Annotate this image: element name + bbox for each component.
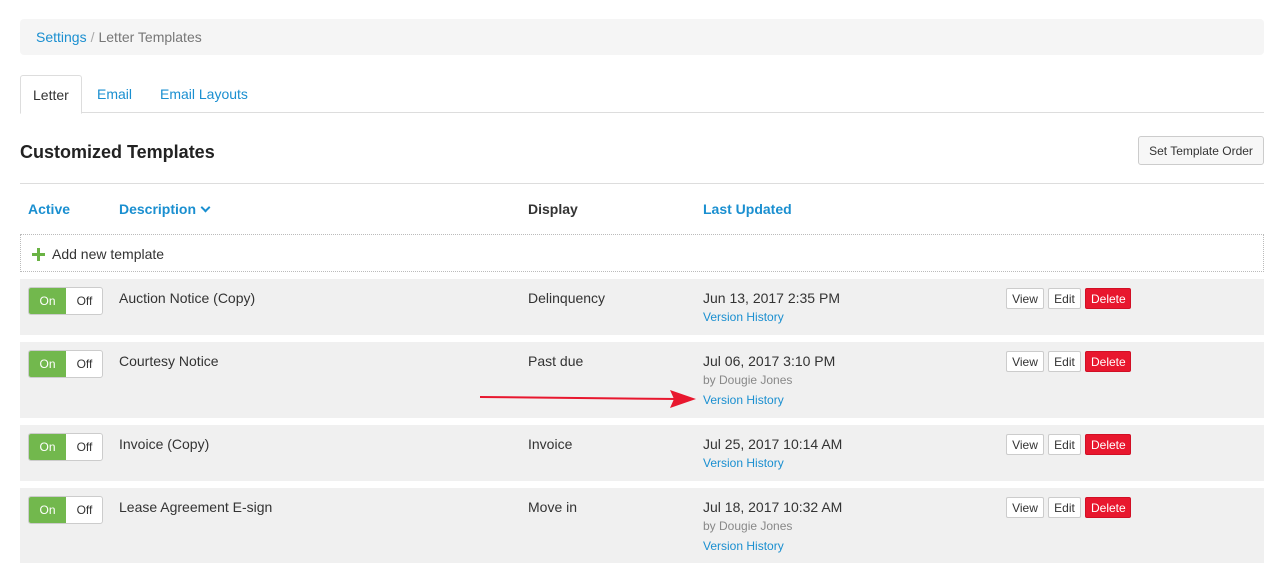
- breadcrumb-separator: /: [90, 29, 95, 45]
- toggle-on[interactable]: On: [29, 288, 66, 314]
- edit-button[interactable]: Edit: [1048, 434, 1081, 455]
- column-header-description[interactable]: Description: [119, 201, 211, 217]
- updated-by: by Dougie Jones: [703, 373, 793, 387]
- breadcrumb: Settings / Letter Templates: [20, 19, 1264, 55]
- column-header-display: Display: [528, 201, 578, 217]
- delete-button[interactable]: Delete: [1085, 497, 1131, 518]
- edit-button[interactable]: Edit: [1048, 288, 1081, 309]
- template-display: Invoice: [528, 436, 573, 452]
- edit-button[interactable]: Edit: [1048, 351, 1081, 372]
- table-row: On Off Lease Agreement E-sign Move in Jul…: [20, 488, 1264, 563]
- chevron-down-icon: [200, 202, 211, 213]
- view-button[interactable]: View: [1006, 351, 1044, 372]
- red-arrow-annotation-icon: [479, 390, 696, 408]
- add-new-template-row[interactable]: Add new template: [20, 234, 1264, 272]
- toggle-off[interactable]: Off: [66, 351, 102, 377]
- template-description: Auction Notice (Copy): [119, 290, 256, 306]
- toggle-off[interactable]: Off: [66, 497, 102, 523]
- table-row: On Off Invoice (Copy) Invoice Jul 25, 201…: [20, 425, 1264, 481]
- active-toggle[interactable]: On Off: [28, 287, 103, 315]
- table-row: On Off Auction Notice (Copy) Delinquency …: [20, 279, 1264, 335]
- active-toggle[interactable]: On Off: [28, 496, 103, 524]
- template-tabs: Letter Email Email Layouts: [20, 75, 1264, 114]
- template-display: Delinquency: [528, 290, 606, 306]
- delete-button[interactable]: Delete: [1085, 288, 1131, 309]
- tab-email-layouts[interactable]: Email Layouts: [148, 75, 260, 113]
- version-history-link[interactable]: Version History: [703, 539, 784, 553]
- template-display: Move in: [528, 499, 578, 515]
- column-header-active[interactable]: Active: [28, 201, 70, 217]
- view-button[interactable]: View: [1006, 497, 1044, 518]
- toggle-off[interactable]: Off: [66, 288, 102, 314]
- template-description: Lease Agreement E-sign: [119, 499, 273, 515]
- active-toggle[interactable]: On Off: [28, 433, 103, 461]
- updated-by: by Dougie Jones: [703, 519, 793, 533]
- toggle-on[interactable]: On: [29, 497, 66, 523]
- toggle-on[interactable]: On: [29, 434, 66, 460]
- section-divider: [20, 183, 1264, 184]
- column-header-last-updated[interactable]: Last Updated: [703, 201, 792, 217]
- section-title: Customized Templates: [20, 142, 215, 162]
- last-updated-date: Jul 18, 2017 10:32 AM: [703, 499, 843, 515]
- column-header-description-label: Description: [119, 201, 197, 217]
- active-toggle[interactable]: On Off: [28, 350, 103, 378]
- view-button[interactable]: View: [1006, 434, 1044, 455]
- last-updated-date: Jul 25, 2017 10:14 AM: [703, 436, 843, 452]
- edit-button[interactable]: Edit: [1048, 497, 1081, 518]
- last-updated-date: Jun 13, 2017 2:35 PM: [703, 290, 840, 306]
- delete-button[interactable]: Delete: [1085, 351, 1131, 372]
- breadcrumb-settings-link[interactable]: Settings: [36, 29, 87, 45]
- tab-letter[interactable]: Letter: [20, 75, 82, 114]
- toggle-off[interactable]: Off: [66, 434, 102, 460]
- add-new-template-label: Add new template: [52, 246, 165, 262]
- template-description: Invoice (Copy): [119, 436, 210, 452]
- toggle-on[interactable]: On: [29, 351, 66, 377]
- set-template-order-button[interactable]: Set Template Order: [1138, 136, 1264, 165]
- breadcrumb-current: Letter Templates: [98, 29, 202, 45]
- plus-icon: [32, 248, 45, 261]
- template-display: Past due: [528, 353, 584, 369]
- version-history-link[interactable]: Version History: [703, 456, 784, 470]
- version-history-link[interactable]: Version History: [703, 393, 784, 407]
- version-history-link[interactable]: Version History: [703, 310, 784, 324]
- last-updated-date: Jul 06, 2017 3:10 PM: [703, 353, 836, 369]
- delete-button[interactable]: Delete: [1085, 434, 1131, 455]
- view-button[interactable]: View: [1006, 288, 1044, 309]
- tab-email[interactable]: Email: [85, 75, 144, 113]
- template-description: Courtesy Notice: [119, 353, 219, 369]
